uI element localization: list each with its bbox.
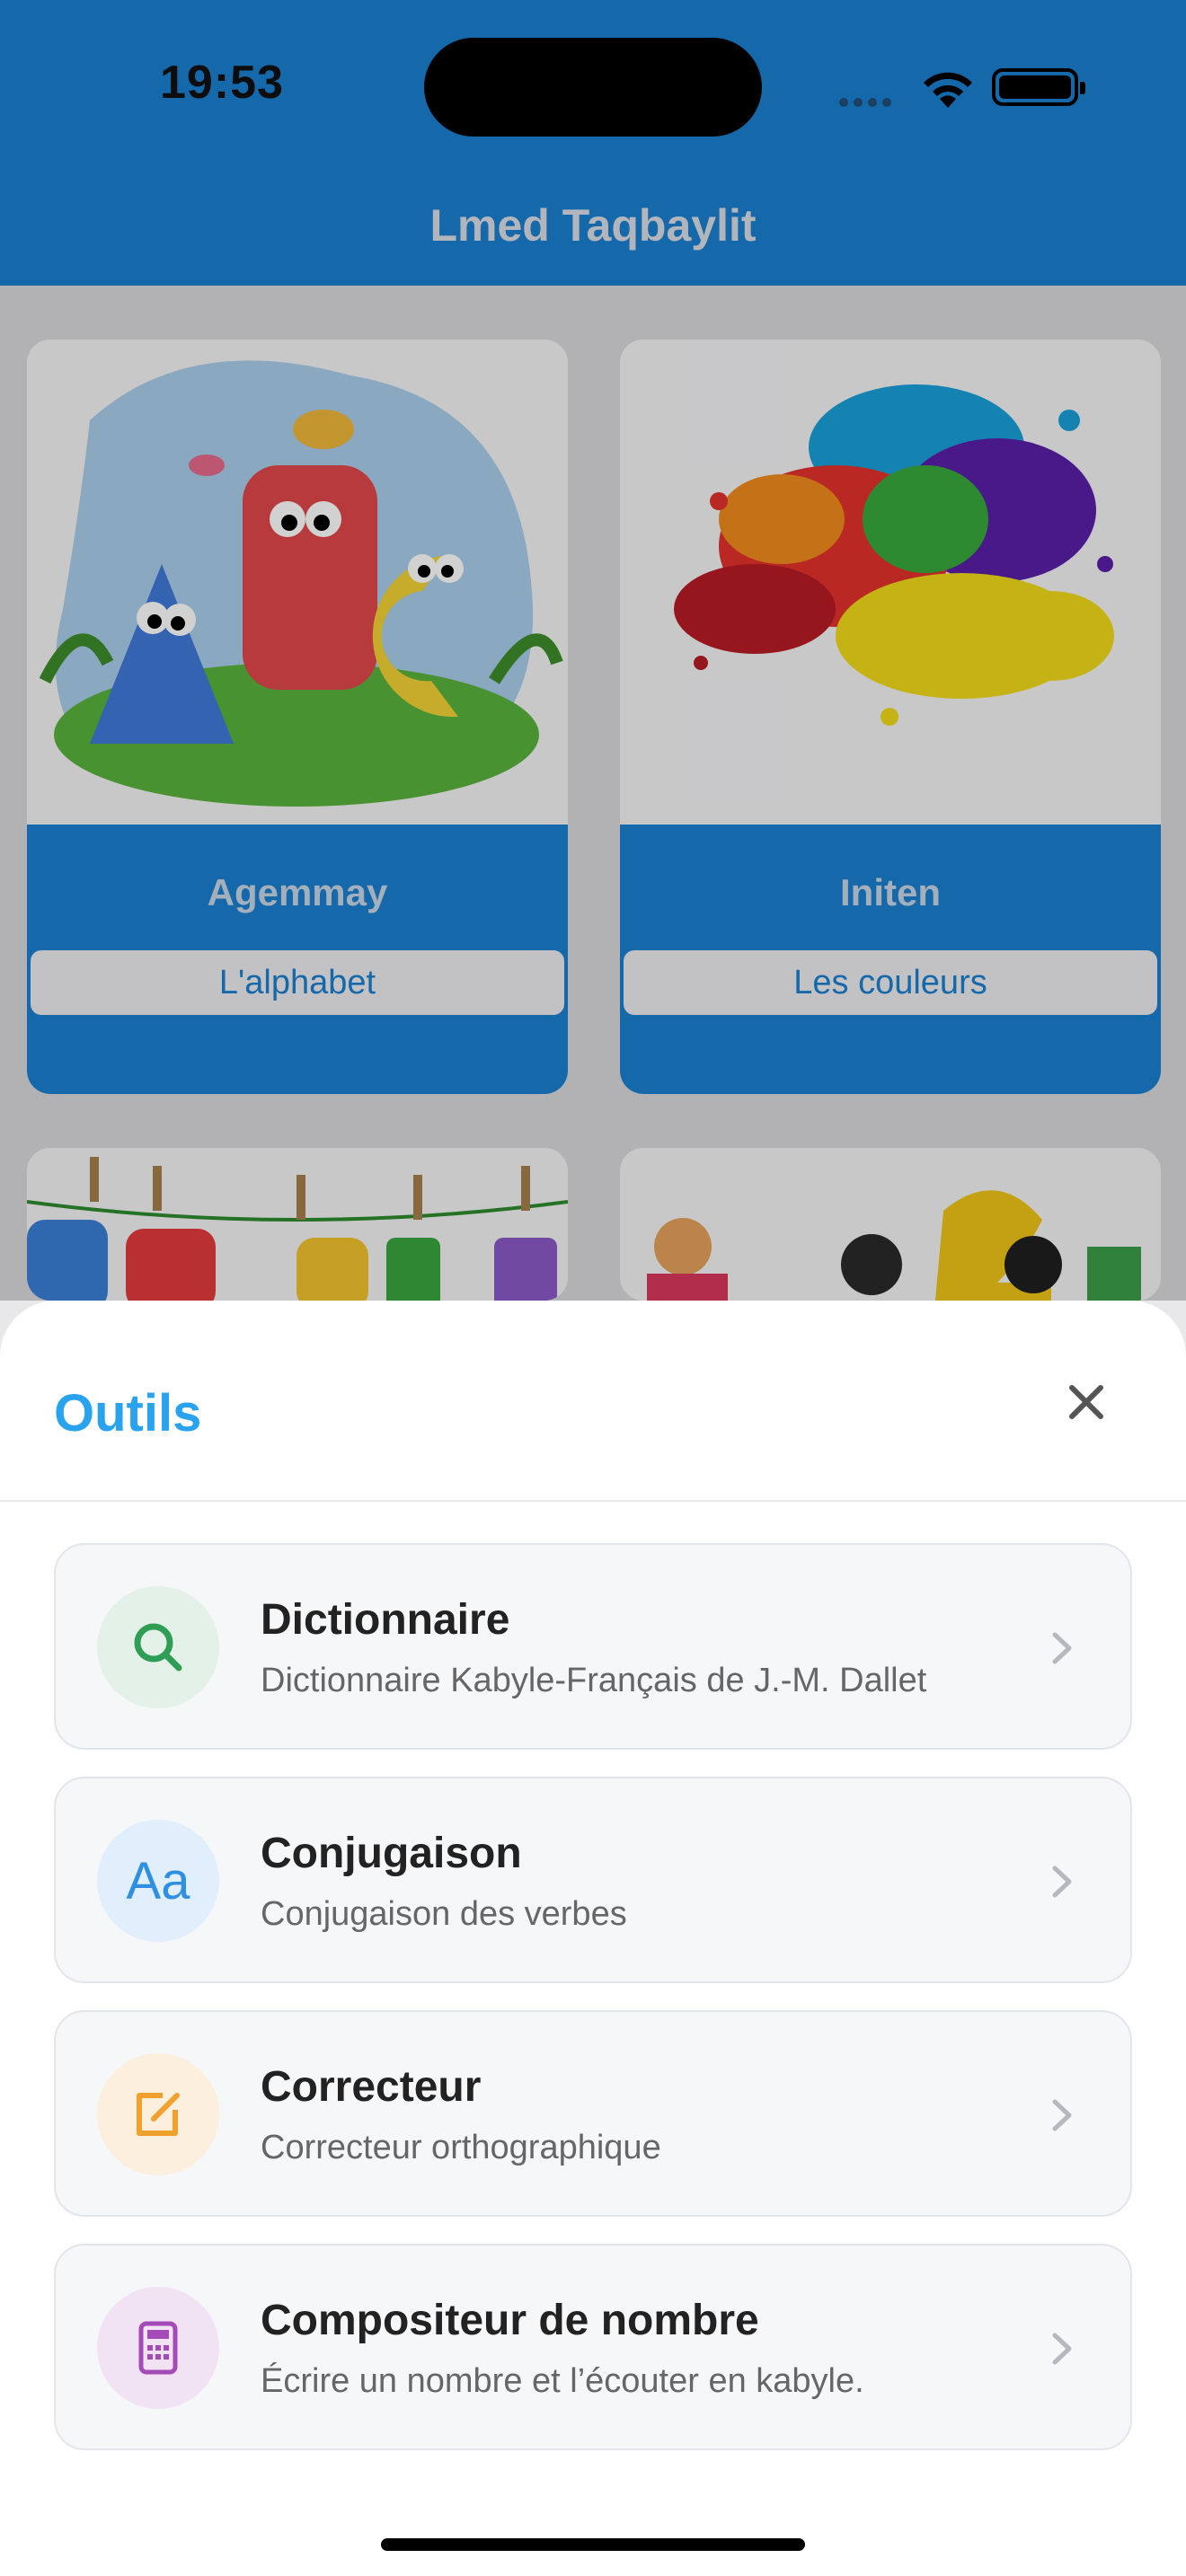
tool-name: Correcteur bbox=[261, 2063, 482, 2111]
tool-conjugaison[interactable]: Aa Conjugaison Conjugaison des verbes bbox=[54, 1777, 1132, 1983]
divider bbox=[0, 1500, 1186, 1502]
calculator-icon bbox=[97, 2287, 219, 2409]
chevron-right-icon bbox=[1052, 1632, 1072, 1664]
tool-description: Dictionnaire Kabyle-Français de J.-M. Da… bbox=[261, 1662, 927, 1699]
tool-dictionnaire[interactable]: Dictionnaire Dictionnaire Kabyle-Françai… bbox=[54, 1543, 1132, 1750]
home-indicator[interactable] bbox=[381, 2538, 805, 2551]
tool-description: Correcteur orthographique bbox=[261, 2129, 661, 2166]
modal-backdrop[interactable] bbox=[0, 0, 1186, 1301]
tool-description: Écrire un nombre et l’écouter en kabyle. bbox=[261, 2362, 864, 2400]
chevron-right-icon bbox=[1052, 2099, 1072, 2131]
tool-name: Conjugaison bbox=[261, 1830, 522, 1877]
tool-name: Compositeur de nombre bbox=[261, 2297, 759, 2344]
chevron-right-icon bbox=[1052, 1866, 1072, 1898]
tool-name: Dictionnaire bbox=[261, 1596, 510, 1644]
text-aa-icon: Aa bbox=[97, 1820, 219, 1942]
tools-sheet: Outils Dictionnaire Dictionnaire Kabyle-… bbox=[0, 1301, 1186, 2576]
close-icon[interactable] bbox=[1057, 1372, 1116, 1432]
chevron-right-icon bbox=[1052, 2333, 1072, 2365]
sheet-title: Outils bbox=[54, 1384, 202, 1442]
tool-description: Conjugaison des verbes bbox=[261, 1895, 627, 1933]
tool-correcteur[interactable]: Correcteur Correcteur orthographique bbox=[54, 2010, 1132, 2217]
edit-icon bbox=[97, 2053, 219, 2175]
tool-compositeur-nombre[interactable]: Compositeur de nombre Écrire un nombre e… bbox=[54, 2244, 1132, 2450]
search-icon bbox=[97, 1586, 219, 1708]
